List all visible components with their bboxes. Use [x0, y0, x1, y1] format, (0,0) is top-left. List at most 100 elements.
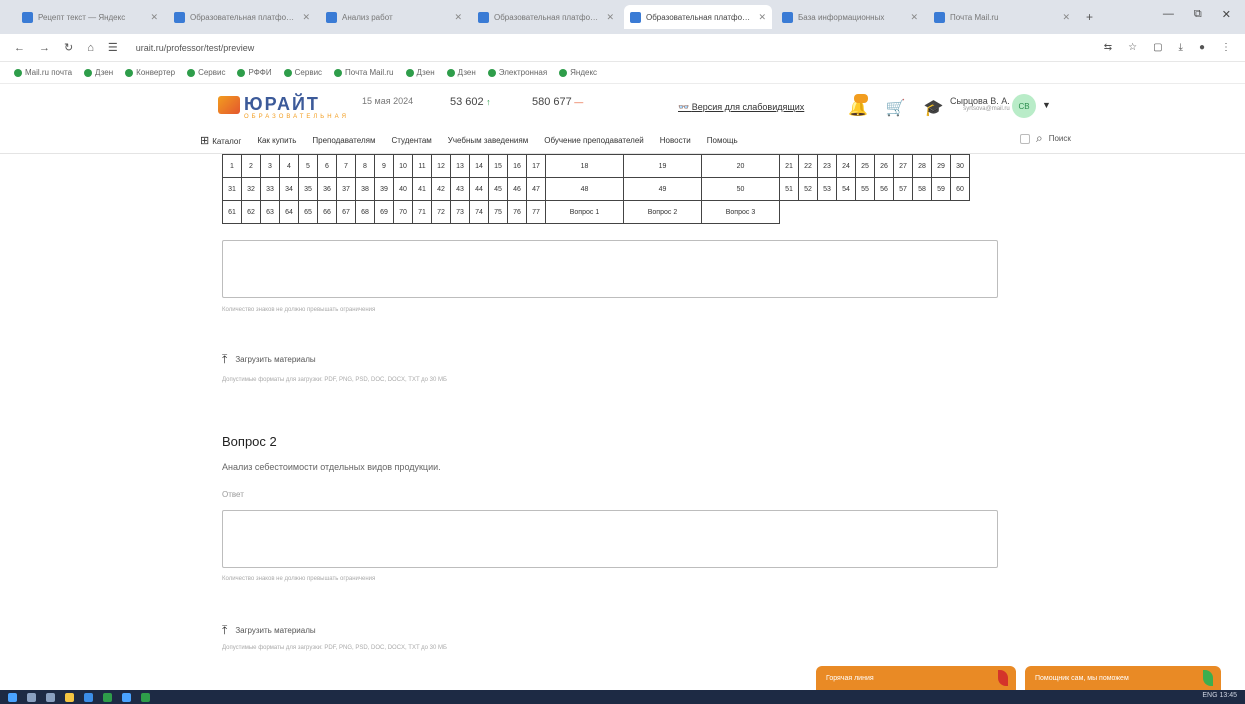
- question-number-cell[interactable]: 70: [393, 200, 413, 224]
- question-number-cell[interactable]: 34: [279, 177, 299, 201]
- question-number-cell[interactable]: 10: [393, 154, 413, 178]
- question-number-cell[interactable]: 24: [836, 154, 856, 178]
- accessibility-link[interactable]: 👓 Версия для слабовидящих: [678, 102, 804, 113]
- question-number-cell[interactable]: 75: [488, 200, 508, 224]
- search-taskbar-icon[interactable]: [27, 692, 36, 702]
- question-number-cell[interactable]: 28: [912, 154, 932, 178]
- question-number-cell[interactable]: 74: [469, 200, 489, 224]
- question-number-cell[interactable]: 20: [701, 154, 780, 178]
- menu-item-teachers[interactable]: Преподавателям: [312, 136, 375, 145]
- search[interactable]: ⌕ Поиск: [1020, 131, 1071, 146]
- bookmark[interactable]: Конвертер: [125, 68, 175, 77]
- question-number-cell[interactable]: 67: [336, 200, 356, 224]
- site-logo[interactable]: ЮРАЙТ ОБРАЗОВАТЕЛЬНАЯ: [218, 94, 346, 120]
- browser-tab-active[interactable]: Образовательная платформа ✕: [624, 5, 772, 29]
- question-number-cell[interactable]: 25: [855, 154, 875, 178]
- close-window-button[interactable]: ✕: [1222, 8, 1231, 21]
- question-number-cell[interactable]: 35: [298, 177, 318, 201]
- chevron-down-icon[interactable]: ▼: [1042, 100, 1051, 110]
- question-number-cell[interactable]: 15: [488, 154, 508, 178]
- question-number-cell[interactable]: 71: [412, 200, 432, 224]
- help-button[interactable]: Помощник сам, мы поможем: [1025, 666, 1221, 690]
- reload-icon[interactable]: ↻: [64, 41, 73, 54]
- question-number-cell[interactable]: 29: [931, 154, 951, 178]
- question-number-cell[interactable]: 38: [355, 177, 375, 201]
- question-number-cell[interactable]: 47: [526, 177, 546, 201]
- question-number-cell[interactable]: 2: [241, 154, 261, 178]
- question-number-cell[interactable]: 8: [355, 154, 375, 178]
- forward-arrow-icon[interactable]: →: [39, 42, 50, 54]
- system-tray[interactable]: ENG 13:45: [1202, 692, 1237, 699]
- upload-button[interactable]: ⤒ Загрузить материалы: [222, 352, 316, 367]
- question-number-cell[interactable]: 37: [336, 177, 356, 201]
- close-icon[interactable]: ✕: [1062, 12, 1070, 23]
- question-number-cell[interactable]: 54: [836, 177, 856, 201]
- menu-item-how-to-buy[interactable]: Как купить: [257, 136, 296, 145]
- hotline-button[interactable]: Горячая линия: [816, 666, 1016, 690]
- close-icon[interactable]: ✕: [758, 12, 766, 23]
- question-number-cell[interactable]: 52: [798, 177, 818, 201]
- question-number-cell[interactable]: 42: [431, 177, 451, 201]
- question-number-cell[interactable]: 27: [893, 154, 913, 178]
- question-number-cell[interactable]: 62: [241, 200, 261, 224]
- question-number-cell[interactable]: 26: [874, 154, 894, 178]
- bookmark[interactable]: Дзен: [446, 68, 476, 77]
- menu-item-students[interactable]: Студентам: [391, 136, 431, 145]
- search-icon[interactable]: ⌕: [1036, 131, 1043, 146]
- browser-tab[interactable]: База информационных ✕: [776, 5, 924, 29]
- question-number-cell[interactable]: 9: [374, 154, 394, 178]
- question-number-cell[interactable]: 30: [950, 154, 970, 178]
- question-number-cell[interactable]: 16: [507, 154, 527, 178]
- question-number-cell[interactable]: 59: [931, 177, 951, 201]
- question-number-cell[interactable]: 68: [355, 200, 375, 224]
- browser-tab[interactable]: Почта Mail.ru ✕: [928, 5, 1076, 29]
- question-number-cell[interactable]: 48: [545, 177, 624, 201]
- question-number-cell[interactable]: 61: [222, 200, 242, 224]
- app-icon[interactable]: [103, 692, 112, 702]
- question-number-cell[interactable]: 39: [374, 177, 394, 201]
- question-number-cell[interactable]: 18: [545, 154, 624, 178]
- question-number-cell[interactable]: 3: [260, 154, 280, 178]
- menu-item-institutions[interactable]: Учебным заведениям: [448, 136, 528, 145]
- answer-textarea[interactable]: [222, 240, 998, 298]
- question-number-cell[interactable]: 21: [779, 154, 799, 178]
- question-number-cell[interactable]: 31: [222, 177, 242, 201]
- bookmark[interactable]: Сервис: [187, 68, 225, 77]
- question-number-cell[interactable]: 41: [412, 177, 432, 201]
- question-number-cell[interactable]: 23: [817, 154, 837, 178]
- question-number-cell[interactable]: 55: [855, 177, 875, 201]
- bookmark[interactable]: РФФИ: [237, 68, 272, 77]
- menu-icon[interactable]: ⋮: [1221, 42, 1231, 53]
- question-number-cell[interactable]: 44: [469, 177, 489, 201]
- question-number-cell[interactable]: 58: [912, 177, 932, 201]
- question-number-cell[interactable]: 77: [526, 200, 546, 224]
- question-nav-cell[interactable]: Вопрос 2: [623, 200, 702, 224]
- minimize-button[interactable]: —: [1163, 8, 1174, 21]
- question-number-cell[interactable]: 45: [488, 177, 508, 201]
- question-number-cell[interactable]: 22: [798, 154, 818, 178]
- toggle-icon[interactable]: [1020, 133, 1030, 144]
- translate-icon[interactable]: ⇆: [1104, 42, 1112, 53]
- question-number-cell[interactable]: 63: [260, 200, 280, 224]
- question-number-cell[interactable]: 64: [279, 200, 299, 224]
- app-icon[interactable]: [122, 692, 131, 702]
- bookmark[interactable]: Дзен: [84, 68, 113, 77]
- graduation-cap-icon[interactable]: 🎓: [924, 98, 944, 118]
- question-number-cell[interactable]: 36: [317, 177, 337, 201]
- url-field[interactable]: urait.ru/professor/test/preview: [136, 43, 255, 53]
- browser-icon[interactable]: [84, 692, 93, 702]
- bell-icon[interactable]: 🔔: [848, 94, 868, 118]
- browser-tab[interactable]: Образовательная платформа ✕: [168, 5, 316, 29]
- close-icon[interactable]: ✕: [302, 12, 310, 23]
- close-icon[interactable]: ✕: [606, 12, 614, 23]
- start-icon[interactable]: [8, 692, 17, 702]
- browser-tab[interactable]: Рецепт текст — Яндекс ✕: [16, 5, 164, 29]
- question-number-cell[interactable]: 32: [241, 177, 261, 201]
- question-number-cell[interactable]: 60: [950, 177, 970, 201]
- question-number-cell[interactable]: 56: [874, 177, 894, 201]
- question-number-cell[interactable]: 17: [526, 154, 546, 178]
- maximize-button[interactable]: ⧉: [1194, 8, 1202, 21]
- bookmark[interactable]: Электронная: [487, 68, 547, 77]
- site-info-icon[interactable]: ☰: [108, 41, 118, 54]
- question-number-cell[interactable]: 66: [317, 200, 337, 224]
